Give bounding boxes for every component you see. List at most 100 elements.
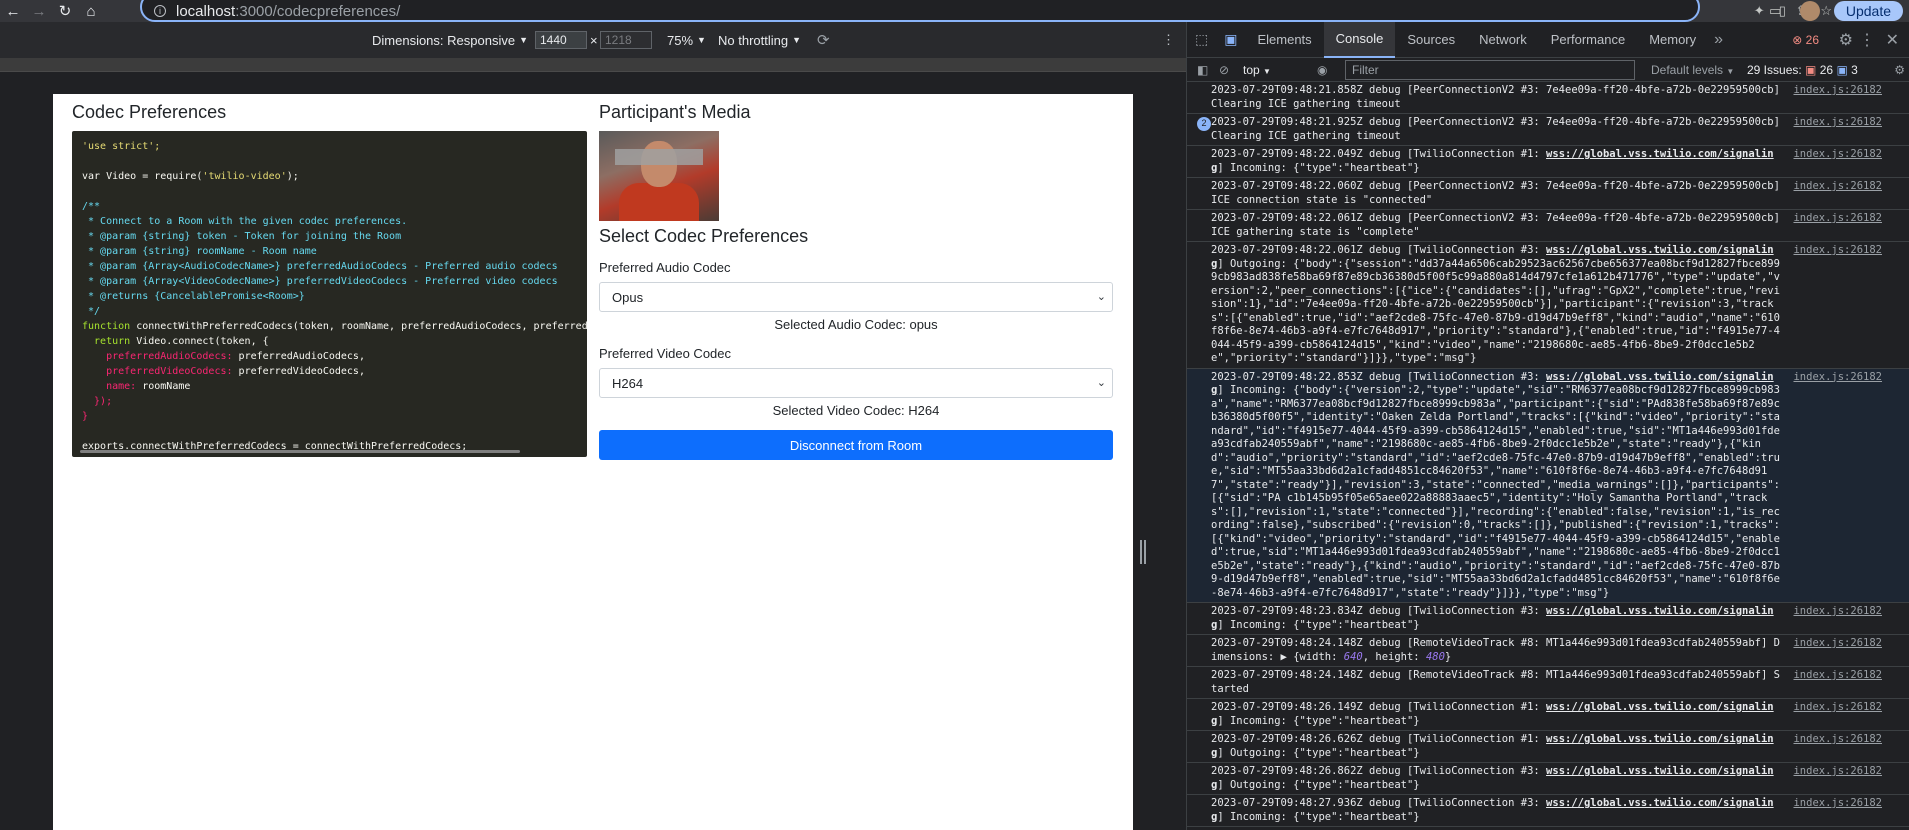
code-line: * @param {Array<VideoCodecName>} preferr… [82, 274, 577, 289]
log-source-link[interactable]: index.js:26182 [1793, 797, 1882, 811]
code-scrollbar[interactable] [80, 450, 520, 453]
console-log-entry[interactable]: 2023-07-29T09:48:22.061Z debug [PeerConn… [1187, 210, 1909, 242]
log-text: ] Incoming: {"type":"heartbeat"} [1217, 810, 1420, 823]
back-icon[interactable]: ← [0, 0, 26, 22]
code-token: } [82, 411, 89, 422]
log-source-link[interactable]: index.js:26182 [1793, 116, 1882, 130]
tab-network[interactable]: Network [1467, 22, 1539, 58]
log-message: 2023-07-29T09:48:21.858Z debug [PeerConn… [1211, 84, 1882, 111]
url-path: :3000/codecpreferences/ [235, 2, 401, 20]
log-text: 2023-07-29T09:48:26.149Z debug [TwilioCo… [1211, 701, 1547, 713]
tab-performance[interactable]: Performance [1539, 22, 1637, 58]
audio-codec-select[interactable]: Opus ⌄ [599, 282, 1113, 312]
log-source-link[interactable]: index.js:26182 [1793, 244, 1882, 258]
log-source-link[interactable]: index.js:26182 [1793, 212, 1882, 226]
code-token: ); [286, 171, 299, 182]
code-token: Video.connect(token, { [136, 336, 269, 347]
log-message: 2023-07-29T09:48:24.148Z debug [RemoteVi… [1211, 637, 1882, 664]
devtools-panel: ⬚ ▣ Elements Console Sources Network Perform… [1186, 21, 1909, 830]
console-log-entry[interactable]: 2023-07-29T09:48:26.626Z debug [TwilioCo… [1187, 731, 1909, 763]
console-log-entry[interactable]: 2023-07-29T09:48:22.049Z debug [TwilioCo… [1187, 146, 1909, 178]
log-source-link[interactable]: index.js:26182 [1793, 370, 1882, 384]
height-input[interactable]: 1218 [600, 31, 652, 49]
inspect-icon[interactable]: ⬚ [1187, 31, 1216, 48]
close-icon[interactable]: ✕ [1886, 30, 1899, 50]
console-log-entry[interactable]: 2023-07-29T09:48:26.149Z debug [TwilioCo… [1187, 699, 1909, 731]
console-log-entry[interactable]: 2023-07-29T09:48:21.858Z debug [PeerConn… [1187, 82, 1909, 114]
clear-console-icon[interactable]: ⊘ [1219, 63, 1229, 77]
extensions-icon[interactable]: ✦ [1754, 3, 1765, 19]
eye-icon[interactable]: ◉ [1317, 63, 1327, 77]
reload-icon[interactable]: ↻ [52, 0, 78, 22]
log-object-preview[interactable]: ▶ {width: 640, height: 480} [1281, 651, 1452, 663]
dimensions-dropdown[interactable]: Dimensions: Responsive ▼ [372, 33, 528, 48]
throttling-dropdown[interactable]: No throttling ▼ [718, 33, 801, 48]
log-source-link[interactable]: index.js:26182 [1793, 733, 1882, 747]
forward-icon[interactable]: → [26, 0, 52, 22]
console-log-entry[interactable]: 2023-07-29T09:48:23.834Z debug [TwilioCo… [1187, 603, 1909, 635]
device-toggle-icon[interactable]: ▣ [1216, 31, 1245, 48]
browser-toolbar: ← → ↻ ⌂ i localhost:3000/codecpreference… [0, 0, 1909, 22]
log-source-link[interactable]: index.js:26182 [1793, 84, 1882, 98]
log-text: 2023-07-29T09:48:22.061Z debug [PeerConn… [1211, 212, 1787, 238]
console-log-entry[interactable]: 2 2023-07-29T09:48:21.925Z debug [PeerCon… [1187, 114, 1909, 146]
console-filter-input[interactable]: Filter [1345, 60, 1635, 80]
tab-console[interactable]: Console [1323, 21, 1396, 58]
disconnect-button[interactable]: Disconnect from Room [599, 430, 1113, 460]
log-source-link[interactable]: index.js:26182 [1793, 765, 1882, 779]
code-snippet: 'use strict'; var Video = require('twilio… [72, 131, 587, 457]
settings-gear-icon[interactable]: ⚙ [1839, 30, 1853, 50]
console-log-entry[interactable]: 2023-07-29T09:48:26.862Z debug [TwilioCo… [1187, 763, 1909, 795]
tab-sources[interactable]: Sources [1395, 22, 1467, 58]
console-log-entry[interactable]: 2023-07-29T09:48:27.936Z debug [TwilioCo… [1187, 795, 1909, 827]
viewport-resize-handle[interactable] [1140, 540, 1146, 564]
console-log-entry[interactable]: 2023-07-29T09:48:22.060Z debug [PeerConn… [1187, 178, 1909, 210]
log-source-link[interactable]: index.js:26182 [1793, 701, 1882, 715]
info-icon[interactable]: i [154, 5, 166, 17]
log-text: ] Incoming: {"type":"heartbeat"} [1217, 161, 1420, 174]
log-levels-dropdown[interactable]: Default levels ▼ [1651, 63, 1734, 77]
more-options-icon[interactable]: ⋮ [1859, 30, 1875, 50]
log-source-link[interactable]: index.js:26182 [1793, 637, 1882, 651]
width-input[interactable]: 1440 [535, 31, 587, 49]
rotate-icon[interactable]: ⟳ [817, 31, 830, 49]
home-icon[interactable]: ⌂ [78, 0, 104, 22]
update-button[interactable]: Update [1833, 1, 1903, 21]
console-log-entry[interactable]: 2023-07-29T09:48:24.148Z debug [RemoteVi… [1187, 635, 1909, 667]
page-viewport: Codec Preferences 'use strict'; var Video… [53, 94, 1133, 830]
log-text: 2023-07-29T09:48:26.862Z debug [TwilioCo… [1211, 765, 1547, 777]
error-count-badge[interactable]: ⊗ 26 [1792, 33, 1819, 47]
video-codec-select[interactable]: H264 ⌄ [599, 368, 1113, 398]
console-settings-icon[interactable]: ⚙ [1894, 63, 1905, 77]
profile-avatar[interactable] [1799, 1, 1820, 21]
media-query-ruler[interactable] [0, 58, 1186, 72]
code-token: preferredAudioCodecs, [238, 351, 365, 362]
code-line: preferredAudioCodecs: preferredAudioCode… [82, 349, 577, 364]
more-options-icon[interactable]: ⋮ [1162, 32, 1175, 48]
console-log-entry[interactable]: 2023-07-29T09:48:22.853Z debug [TwilioCo… [1187, 368, 1909, 603]
zoom-dropdown[interactable]: 75% ▼ [667, 33, 706, 48]
code-token: return [82, 336, 137, 347]
issues-button[interactable]: 29 Issues: ▣ 26 ▣ 3 [1747, 63, 1858, 77]
address-bar[interactable]: i localhost:3000/codecpreferences/ ▭ ⇪ ☆ [140, 0, 1832, 22]
sidebar-toggle-icon[interactable]: ◧ [1197, 63, 1208, 77]
log-source-link[interactable]: index.js:26182 [1793, 605, 1882, 619]
log-text: 2023-07-29T09:48:27.936Z debug [TwilioCo… [1211, 797, 1547, 809]
tab-memory[interactable]: Memory [1637, 22, 1708, 58]
issues-label: 29 Issues: [1747, 62, 1802, 77]
console-log-entry[interactable]: 2023-07-29T09:48:22.061Z debug [TwilioCo… [1187, 242, 1909, 369]
more-tabs-icon[interactable]: » [1708, 31, 1729, 49]
log-source-link[interactable]: index.js:26182 [1793, 148, 1882, 162]
code-token: name: [82, 381, 143, 392]
tab-elements[interactable]: Elements [1245, 22, 1323, 58]
context-selector[interactable]: top ▼ [1243, 63, 1271, 77]
console-messages[interactable]: 2023-07-29T09:48:21.858Z debug [PeerConn… [1187, 82, 1909, 830]
console-log-entry[interactable]: 2023-07-29T09:48:24.148Z debug [RemoteVi… [1187, 667, 1909, 699]
devtools-tabbar: ⬚ ▣ Elements Console Sources Network Perform… [1187, 21, 1909, 58]
log-source-link[interactable]: index.js:26182 [1793, 180, 1882, 194]
log-source-link[interactable]: index.js:26182 [1793, 669, 1882, 683]
log-message: 2023-07-29T09:48:21.925Z debug [PeerConn… [1211, 116, 1882, 143]
sidepanel-icon[interactable]: ▯ [1779, 3, 1786, 19]
video-codec-label: Preferred Video Codec [599, 346, 732, 361]
